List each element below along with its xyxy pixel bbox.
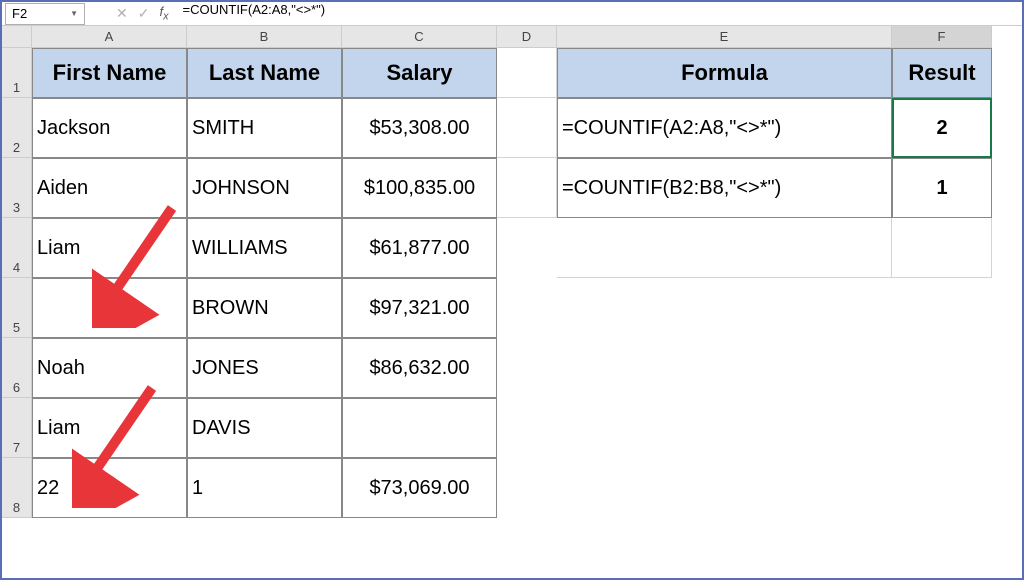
cell-e1[interactable]: Formula (557, 48, 892, 98)
row-headers: 1 2 3 4 5 6 7 8 (2, 48, 32, 518)
cell-c2[interactable]: $53,308.00 (342, 98, 497, 158)
cell-a6[interactable]: Noah (32, 338, 187, 398)
col-header-d[interactable]: D (497, 26, 557, 48)
formula-bar-icons: ✕ ✓ fx (88, 4, 175, 23)
cell-a7[interactable]: Liam (32, 398, 187, 458)
row-header-7[interactable]: 7 (2, 398, 32, 458)
row-header-3[interactable]: 3 (2, 158, 32, 218)
col-header-e[interactable]: E (557, 26, 892, 48)
cell-c8[interactable]: $73,069.00 (342, 458, 497, 518)
select-all-corner[interactable] (2, 26, 32, 48)
row-header-6[interactable]: 6 (2, 338, 32, 398)
fx-icon[interactable]: fx (159, 4, 168, 23)
cell-f1[interactable]: Result (892, 48, 992, 98)
name-box-value: F2 (12, 6, 27, 21)
cell-b4[interactable]: WILLIAMS (187, 218, 342, 278)
cell-d1[interactable] (497, 48, 557, 98)
cell-d3[interactable] (497, 158, 557, 218)
cell-c6[interactable]: $86,632.00 (342, 338, 497, 398)
cell-b1[interactable]: Last Name (187, 48, 342, 98)
cell-c4[interactable]: $61,877.00 (342, 218, 497, 278)
col-header-f[interactable]: F (892, 26, 992, 48)
cell-b6[interactable]: JONES (187, 338, 342, 398)
cell-b3[interactable]: JOHNSON (187, 158, 342, 218)
cancel-icon[interactable]: ✕ (116, 5, 128, 22)
row-header-5[interactable]: 5 (2, 278, 32, 338)
cell-d2[interactable] (497, 98, 557, 158)
dropdown-icon[interactable]: ▼ (70, 9, 78, 18)
enter-icon[interactable]: ✓ (138, 5, 150, 22)
col-header-c[interactable]: C (342, 26, 497, 48)
formula-input[interactable]: =COUNTIF(A2:A8,"<>*") (175, 2, 1022, 25)
cell-b8[interactable]: 1 (187, 458, 342, 518)
cell-f4[interactable] (892, 218, 992, 278)
row-header-8[interactable]: 8 (2, 458, 32, 518)
cell-a3[interactable]: Aiden (32, 158, 187, 218)
cell-c3[interactable]: $100,835.00 (342, 158, 497, 218)
grid-area: 1 2 3 4 5 6 7 8 A B C D E F First Name L… (2, 26, 1022, 578)
cell-c5[interactable]: $97,321.00 (342, 278, 497, 338)
cell-f2[interactable]: 2 (892, 98, 992, 158)
row-header-1[interactable]: 1 (2, 48, 32, 98)
cell-b2[interactable]: SMITH (187, 98, 342, 158)
cells-area: First Name Last Name Salary Formula Resu… (32, 48, 1022, 578)
cell-b7[interactable]: DAVIS (187, 398, 342, 458)
row-header-2[interactable]: 2 (2, 98, 32, 158)
cell-a2[interactable]: Jackson (32, 98, 187, 158)
column-headers: A B C D E F (32, 26, 1022, 48)
cell-e4[interactable] (557, 218, 892, 278)
cell-a8[interactable]: 22 (32, 458, 187, 518)
cell-c7[interactable] (342, 398, 497, 458)
cell-b5[interactable]: BROWN (187, 278, 342, 338)
cell-c1[interactable]: Salary (342, 48, 497, 98)
cell-f3[interactable]: 1 (892, 158, 992, 218)
cell-a4[interactable]: Liam (32, 218, 187, 278)
col-header-a[interactable]: A (32, 26, 187, 48)
cell-a5[interactable] (32, 278, 187, 338)
cell-e3[interactable]: =COUNTIF(B2:B8,"<>*") (557, 158, 892, 218)
cell-e2[interactable]: =COUNTIF(A2:A8,"<>*") (557, 98, 892, 158)
row-header-4[interactable]: 4 (2, 218, 32, 278)
formula-bar: F2 ▼ ✕ ✓ fx =COUNTIF(A2:A8,"<>*") (2, 2, 1022, 26)
cell-a1[interactable]: First Name (32, 48, 187, 98)
col-header-b[interactable]: B (187, 26, 342, 48)
name-box[interactable]: F2 ▼ (5, 3, 85, 25)
